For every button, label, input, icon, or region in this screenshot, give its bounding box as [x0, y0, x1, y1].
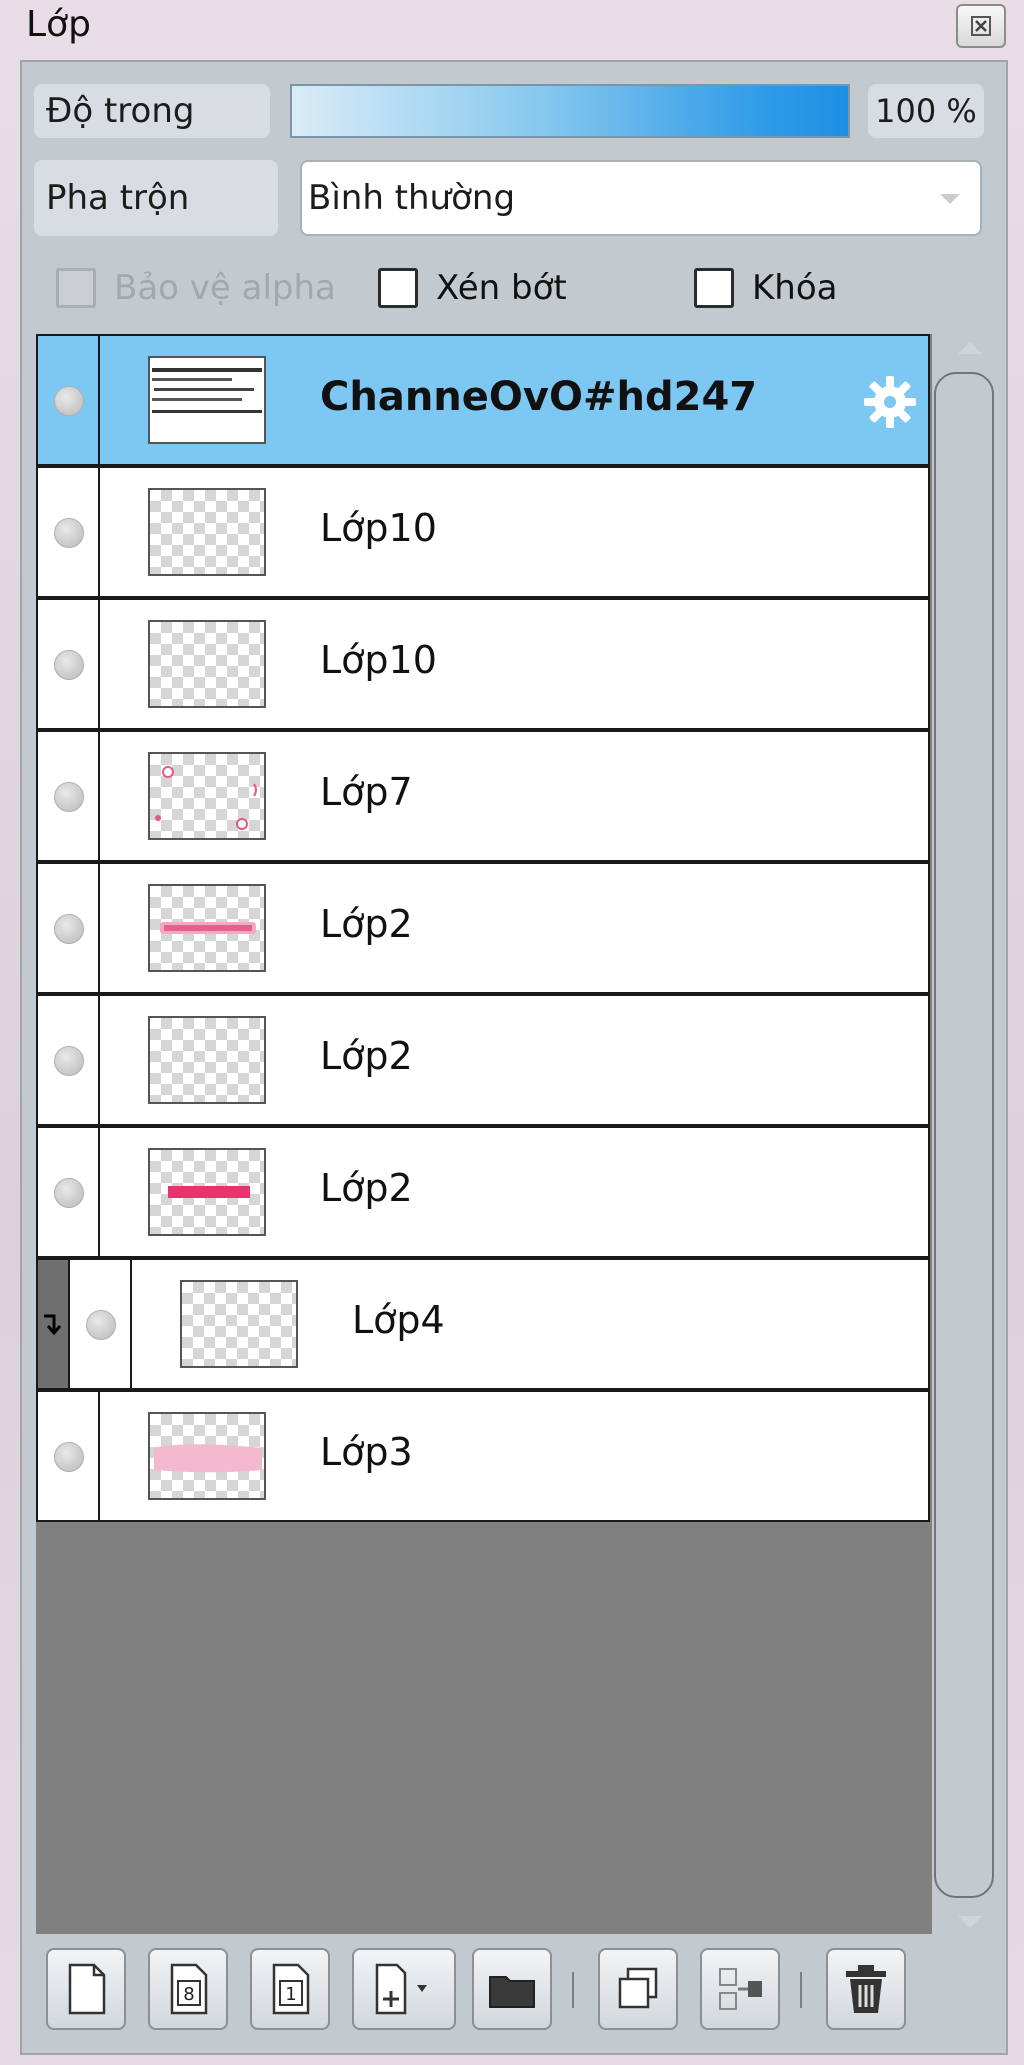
layer-thumbnail — [148, 488, 266, 576]
duplicate-layer-button[interactable] — [598, 1948, 678, 2030]
layer-thumbnail — [148, 752, 266, 840]
visibility-icon[interactable] — [54, 518, 84, 548]
visibility-icon[interactable] — [54, 386, 84, 416]
layer-thumbnail — [148, 884, 266, 972]
opacity-label: Độ trong — [34, 84, 270, 138]
checkbox-box — [56, 268, 96, 308]
layer-name: ChanneOvO#hd247 — [320, 374, 758, 420]
clip-checkbox[interactable]: Xén bớt — [378, 268, 567, 308]
new-8bit-layer-icon: 8 — [170, 1963, 208, 2015]
scroll-down-icon[interactable] — [958, 1916, 982, 1928]
new-8bit-layer-button[interactable]: 8 — [148, 1948, 228, 2030]
trash-icon — [846, 1965, 886, 2013]
layer-name: Lớp4 — [352, 1298, 445, 1342]
layer-thumbnail — [148, 356, 266, 444]
layer-thumbnail — [148, 1016, 266, 1104]
clip-arrow-icon — [44, 1314, 62, 1336]
delete-layer-button[interactable] — [826, 1948, 906, 2030]
merge-down-icon — [719, 1968, 762, 2010]
add-layer-dropdown-icon — [375, 1963, 427, 2015]
protect-alpha-label: Bảo vệ alpha — [114, 268, 336, 308]
checkbox-box — [694, 268, 734, 308]
layer-name: Lớp2 — [320, 1034, 413, 1078]
layer-list: ChanneOvO#hd247 Lớp10 Lớp10 Lớp7 Lớp2 Lớ… — [36, 334, 932, 1934]
layer-row[interactable]: Lớp2 — [36, 862, 930, 994]
title-bar: Lớp — [0, 0, 1024, 56]
scroll-up-icon[interactable] — [958, 342, 982, 354]
checkbox-box — [378, 268, 418, 308]
clip-indicator — [38, 1260, 70, 1388]
visibility-cell[interactable] — [38, 1128, 100, 1256]
layer-thumbnail — [148, 1148, 266, 1236]
visibility-cell[interactable] — [38, 336, 100, 464]
visibility-cell[interactable] — [38, 996, 100, 1124]
new-1bit-layer-icon: 1 — [272, 1963, 310, 2015]
scrollbar[interactable] — [934, 372, 994, 1898]
svg-text:8: 8 — [183, 1984, 194, 2005]
layer-name: Lớp2 — [320, 1166, 413, 1210]
layer-thumbnail — [148, 1412, 266, 1500]
layer-name: Lớp10 — [320, 506, 437, 550]
layer-name: Lớp3 — [320, 1430, 413, 1474]
close-icon — [971, 16, 991, 36]
toolbar-divider — [572, 1972, 574, 2008]
layer-name: Lớp7 — [320, 770, 413, 814]
layer-row[interactable]: Lớp10 — [36, 466, 930, 598]
visibility-cell[interactable] — [38, 864, 100, 992]
panel-title: Lớp — [26, 4, 91, 45]
visibility-icon[interactable] — [54, 650, 84, 680]
protect-alpha-checkbox[interactable]: Bảo vệ alpha — [56, 268, 336, 308]
visibility-cell[interactable] — [38, 732, 100, 860]
lock-checkbox[interactable]: Khóa — [694, 268, 837, 308]
blend-mode-select[interactable]: Bình thường — [300, 160, 982, 236]
visibility-icon[interactable] — [54, 782, 84, 812]
visibility-icon[interactable] — [54, 914, 84, 944]
layer-row[interactable]: Lớp7 — [36, 730, 930, 862]
visibility-icon[interactable] — [54, 1178, 84, 1208]
new-layer-button[interactable] — [46, 1948, 126, 2030]
new-layer-icon — [68, 1963, 106, 2015]
new-folder-button[interactable] — [472, 1948, 552, 2030]
layer-name: Lớp2 — [320, 902, 413, 946]
layer-row[interactable]: ChanneOvO#hd247 — [36, 334, 930, 466]
visibility-cell[interactable] — [38, 468, 100, 596]
layer-name: Lớp10 — [320, 638, 437, 682]
gear-icon[interactable] — [860, 372, 920, 432]
blend-mode-label: Pha trộn — [34, 160, 278, 236]
visibility-icon[interactable] — [54, 1442, 84, 1472]
opacity-value[interactable]: 100 % — [868, 84, 984, 138]
layer-row[interactable]: Lớp2 — [36, 1126, 930, 1258]
new-1bit-layer-button[interactable]: 1 — [250, 1948, 330, 2030]
layer-thumbnail — [180, 1280, 298, 1368]
visibility-icon[interactable] — [86, 1310, 116, 1340]
layer-thumbnail — [148, 620, 266, 708]
chevron-down-icon — [940, 194, 960, 204]
visibility-icon[interactable] — [54, 1046, 84, 1076]
lock-label: Khóa — [752, 268, 838, 308]
layer-row-clipped[interactable]: Lớp4 — [36, 1258, 930, 1390]
visibility-cell[interactable] — [38, 1392, 100, 1520]
add-layer-menu-button[interactable] — [352, 1948, 456, 2030]
opacity-slider[interactable] — [290, 84, 850, 138]
visibility-cell[interactable] — [38, 600, 100, 728]
layer-row[interactable]: Lớp10 — [36, 598, 930, 730]
folder-icon — [489, 1976, 535, 2008]
duplicate-icon — [618, 1967, 658, 2009]
layer-row[interactable]: Lớp3 — [36, 1390, 930, 1522]
blend-mode-value: Bình thường — [308, 178, 516, 218]
visibility-cell[interactable] — [70, 1260, 132, 1388]
svg-text:1: 1 — [285, 1984, 296, 2005]
clip-label: Xén bớt — [436, 268, 567, 308]
merge-layer-button[interactable] — [700, 1948, 780, 2030]
layer-row[interactable]: Lớp2 — [36, 994, 930, 1126]
close-button[interactable] — [956, 4, 1006, 48]
toolbar-divider — [800, 1972, 802, 2008]
